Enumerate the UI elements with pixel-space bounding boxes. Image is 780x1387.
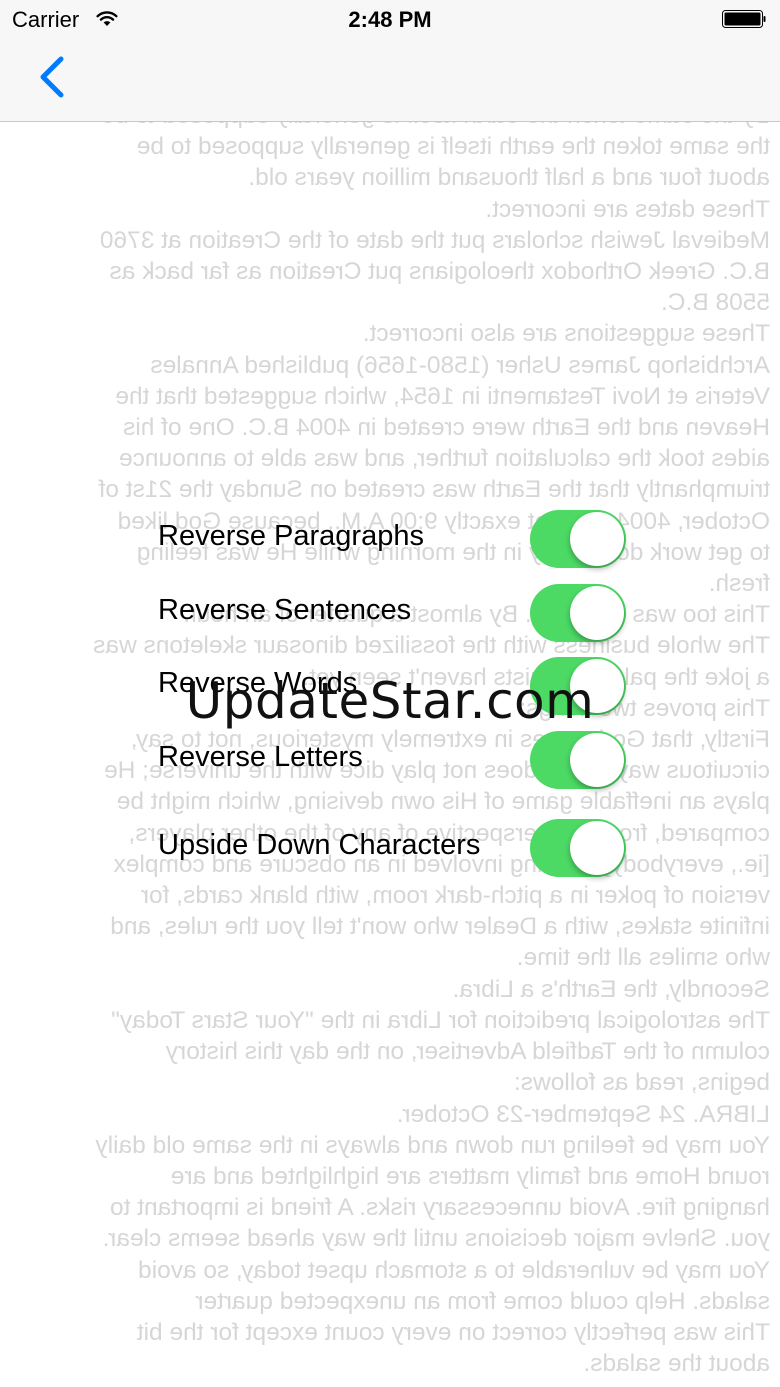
text-line: Veteris et Novi Testamenti in 1654, whic… [115, 382, 770, 410]
text-line: The astrological prediction for Libra in… [111, 1006, 770, 1034]
text-line: about four and a half thousand million y… [248, 164, 770, 192]
text-line: This was perfectly correct on every coun… [136, 1318, 770, 1346]
text-line: about the salads. [583, 1350, 770, 1378]
text-line: Medieval Jewish scholars put the date of… [99, 226, 770, 254]
text-line: By the same token the earth itself is ge… [20, 122, 770, 131]
text-line: column of the Tadfield Advertiser, on th… [165, 1038, 770, 1066]
text-line: salads. Help could come from an unexpect… [195, 1287, 770, 1315]
setting-label: Reverse Letters [158, 741, 363, 773]
text-line: begins, read as follows: [513, 1069, 770, 1097]
text-line: These suggestions are also incorrect. [362, 320, 770, 348]
chevron-left-icon [40, 56, 64, 98]
toggle-reverse-letters[interactable] [530, 731, 626, 789]
clock: 2:48 PM [348, 7, 432, 32]
setting-label: Upside Down Characters [158, 829, 481, 861]
toggle-reverse-sentences[interactable] [530, 584, 626, 642]
text-line: 5508 B.C. [661, 289, 770, 317]
back-button[interactable] [30, 54, 76, 100]
text-line: LIBRA. 24 September-23 October. [396, 1100, 770, 1128]
setting-row-reverse-paragraphs: Reverse Paragraphs [158, 510, 628, 570]
text-line: aides took the calculation further, and … [118, 445, 770, 473]
text-line: These dates are incorrect. [485, 195, 770, 223]
setting-row-reverse-letters: Reverse Letters [158, 731, 628, 791]
text-line: B.C. Greek Orthodox theologians put Crea… [109, 258, 770, 286]
text-line: Secondly, the Earth's a Libra. [452, 975, 770, 1003]
toggle-knob [570, 821, 624, 875]
text-line: Heaven and the Earth were created in 400… [123, 414, 770, 442]
toggle-knob [570, 512, 624, 566]
setting-label: Reverse Sentences [158, 594, 412, 626]
watermark: UpdateStar.com [185, 672, 595, 730]
text-line: infinite stakes, with a Dealer who won't… [110, 913, 770, 941]
battery-icon [722, 10, 766, 28]
text-line: You may be vulnerable to a stomach upset… [138, 1256, 770, 1284]
text-line: round Home and family matters are highli… [170, 1162, 770, 1190]
text-line: you. Shelve major decisions until the wa… [102, 1225, 770, 1253]
text-line: Archbishop James Usher (1580-1656) publi… [150, 351, 770, 379]
toggle-reverse-paragraphs[interactable] [530, 510, 626, 568]
status-bar: Carrier 2:48 PM [0, 0, 780, 40]
text-line: who smiles all the time. [516, 944, 770, 972]
toggle-knob [570, 586, 624, 640]
setting-label: Reverse Paragraphs [158, 520, 424, 552]
text-line: You may be feeling run down and always i… [95, 1131, 770, 1159]
setting-row-upside-down-characters: Upside Down Characters [158, 819, 628, 879]
text-line: the same token the earth itself is gener… [136, 133, 770, 161]
toggle-knob [570, 733, 624, 787]
setting-row-reverse-sentences: Reverse Sentences [158, 584, 628, 644]
text-line: hanging fire. Avoid unnecessary risks. A… [109, 1194, 770, 1222]
navigation-bar [0, 40, 780, 122]
toggle-upside-down-characters[interactable] [530, 819, 626, 877]
